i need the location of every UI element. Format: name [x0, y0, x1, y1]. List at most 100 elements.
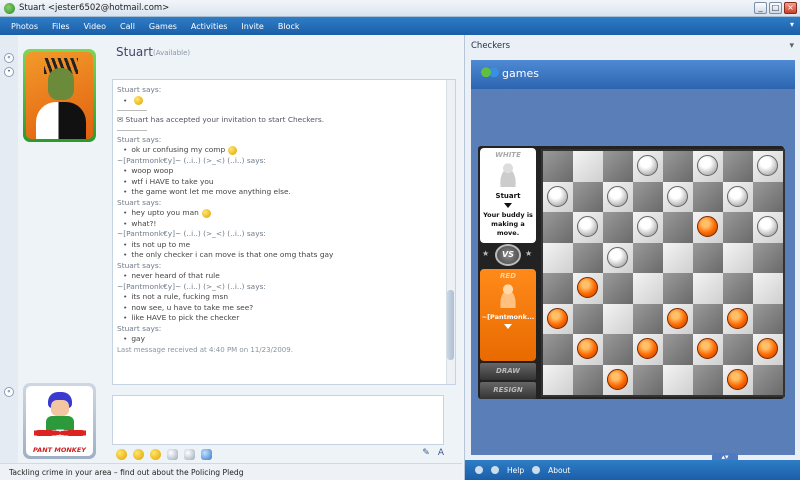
red-checker[interactable]: [757, 338, 778, 359]
board-square[interactable]: [633, 242, 663, 273]
board-square[interactable]: [633, 151, 663, 182]
voice-clip-icon[interactable]: [167, 448, 178, 460]
board-square[interactable]: [603, 151, 633, 182]
board-square[interactable]: [543, 212, 573, 243]
checkers-board[interactable]: [541, 149, 785, 397]
red-checker[interactable]: [577, 338, 598, 359]
board-square[interactable]: [693, 364, 723, 395]
board-square[interactable]: [723, 273, 753, 304]
board-square[interactable]: [693, 151, 723, 182]
board-square[interactable]: [753, 181, 783, 212]
menu-photos[interactable]: Photos: [4, 22, 45, 31]
resign-button[interactable]: RESIGN: [480, 382, 536, 399]
help-link[interactable]: Help: [507, 466, 524, 475]
board-square[interactable]: [603, 212, 633, 243]
my-avatar[interactable]: PANT MONKEY: [23, 383, 96, 459]
board-square[interactable]: [543, 151, 573, 182]
board-square[interactable]: [633, 334, 663, 365]
pin-icon[interactable]: •: [4, 67, 14, 77]
white-checker[interactable]: [607, 246, 628, 268]
about-link[interactable]: About: [548, 466, 570, 475]
menu-block[interactable]: Block: [271, 22, 307, 31]
board-square[interactable]: [723, 334, 753, 365]
board-square[interactable]: [723, 242, 753, 273]
board-square[interactable]: [723, 364, 753, 395]
board-square[interactable]: [753, 273, 783, 304]
board-square[interactable]: [603, 364, 633, 395]
board-square[interactable]: [663, 364, 693, 395]
menu-invite[interactable]: Invite: [234, 22, 270, 31]
white-checker[interactable]: [607, 185, 628, 207]
chat-history[interactable]: Stuart says: ✉ Stuart has accepted your …: [112, 79, 456, 385]
board-square[interactable]: [663, 334, 693, 365]
menu-options-icon[interactable]: ▾: [790, 20, 794, 29]
board-square[interactable]: [573, 334, 603, 365]
contact-avatar[interactable]: [23, 49, 96, 142]
menu-video[interactable]: Video: [77, 22, 113, 31]
board-square[interactable]: [753, 212, 783, 243]
board-square[interactable]: [603, 303, 633, 334]
board-square[interactable]: [573, 273, 603, 304]
menu-files[interactable]: Files: [45, 22, 77, 31]
board-square[interactable]: [573, 364, 603, 395]
white-checker[interactable]: [577, 216, 598, 237]
minimize-button[interactable]: _: [754, 2, 767, 14]
red-checker[interactable]: [697, 338, 718, 359]
board-square[interactable]: [753, 242, 783, 273]
board-square[interactable]: [573, 212, 603, 243]
board-square[interactable]: [633, 364, 663, 395]
white-checker[interactable]: [697, 155, 718, 176]
board-square[interactable]: [603, 181, 633, 212]
board-square[interactable]: [573, 181, 603, 212]
board-square[interactable]: [663, 303, 693, 334]
board-square[interactable]: [663, 181, 693, 212]
red-checker[interactable]: [727, 307, 748, 329]
background-icon[interactable]: [201, 448, 212, 460]
board-square[interactable]: [693, 303, 723, 334]
white-checker[interactable]: [757, 155, 778, 176]
collapse-icon[interactable]: «: [4, 53, 14, 63]
board-square[interactable]: [633, 303, 663, 334]
scroll-thumb[interactable]: [447, 290, 454, 360]
white-checker[interactable]: [757, 216, 778, 237]
board-square[interactable]: [543, 303, 573, 334]
expand-icon[interactable]: «: [4, 387, 14, 397]
board-square[interactable]: [693, 273, 723, 304]
board-square[interactable]: [723, 303, 753, 334]
red-checker[interactable]: [727, 368, 748, 390]
board-square[interactable]: [543, 242, 573, 273]
board-square[interactable]: [753, 334, 783, 365]
board-square[interactable]: [573, 242, 603, 273]
board-square[interactable]: [633, 273, 663, 304]
menu-games[interactable]: Games: [142, 22, 184, 31]
nudge-icon[interactable]: [150, 448, 161, 460]
red-checker[interactable]: [697, 216, 718, 237]
red-checker[interactable]: [577, 277, 598, 298]
board-square[interactable]: [723, 181, 753, 212]
white-checker[interactable]: [727, 185, 748, 207]
board-square[interactable]: [693, 181, 723, 212]
message-input[interactable]: [112, 395, 444, 445]
white-checker[interactable]: [637, 155, 658, 176]
font-icon[interactable]: A: [438, 448, 444, 458]
board-square[interactable]: [663, 212, 693, 243]
draw-button[interactable]: DRAW: [480, 363, 536, 380]
board-square[interactable]: [693, 212, 723, 243]
board-square[interactable]: [693, 242, 723, 273]
board-square[interactable]: [723, 151, 753, 182]
board-square[interactable]: [543, 273, 573, 304]
board-square[interactable]: [573, 303, 603, 334]
news-link[interactable]: Tackling crime in your area – find out a…: [9, 468, 244, 477]
red-checker[interactable]: [607, 368, 628, 390]
board-square[interactable]: [753, 303, 783, 334]
board-square[interactable]: [723, 212, 753, 243]
chat-scrollbar[interactable]: [446, 80, 455, 384]
board-square[interactable]: [603, 242, 633, 273]
maximize-button[interactable]: □: [769, 2, 782, 14]
board-square[interactable]: [543, 334, 573, 365]
board-square[interactable]: [753, 364, 783, 395]
volume-icon[interactable]: [475, 466, 483, 474]
board-square[interactable]: [603, 334, 633, 365]
board-square[interactable]: [543, 181, 573, 212]
board-square[interactable]: [663, 151, 693, 182]
